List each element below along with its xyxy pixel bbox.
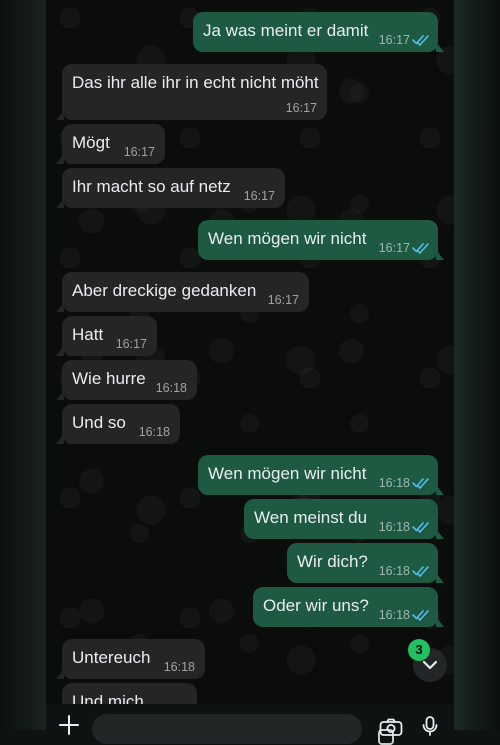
message-incoming[interactable]: Mögt 16:17 [56, 124, 165, 164]
message-time: 16:18 [163, 660, 195, 674]
message-time: 16:18 [155, 381, 187, 395]
message-time: 16:18 [378, 608, 410, 622]
message-time: 16:17 [285, 101, 317, 115]
right-backdrop [454, 0, 500, 730]
message-text: Wen mögen wir nicht [208, 229, 367, 248]
message-text: Mögt [72, 133, 110, 152]
message-text: Und so [72, 413, 126, 432]
chat-area[interactable]: Ja was meint er damit 16:17 Das ihr alle… [46, 0, 454, 730]
message-text: Das ihr alle ihr in echt nicht möht [72, 73, 319, 92]
message-text: Aber dreckige gedanken [72, 281, 257, 300]
message-outgoing[interactable]: Ja was meint er damit 16:17 [193, 12, 444, 52]
read-ticks-icon [412, 35, 429, 46]
plus-icon[interactable] [58, 714, 80, 736]
read-ticks-icon [412, 566, 429, 577]
message-outgoing[interactable]: Wen meinst du 16:18 [244, 499, 444, 539]
message-time: 16:18 [378, 476, 410, 490]
message-incoming[interactable]: Das ihr alle ihr in echt nicht möht 16:1… [56, 64, 327, 120]
message-incoming[interactable]: Untereuch 16:18 [56, 639, 205, 679]
message-outgoing[interactable]: Wir dich? 16:18 [287, 543, 444, 583]
message-text: Hatt [72, 325, 104, 344]
message-time: 16:17 [267, 293, 299, 307]
message-outgoing[interactable]: Wen mögen wir nicht 16:18 [198, 455, 444, 495]
message-text: Wir dich? [297, 552, 368, 571]
message-text: Untereuch [72, 648, 151, 667]
message-text: Oder wir uns? [263, 596, 369, 615]
read-ticks-icon [412, 522, 429, 533]
message-outgoing[interactable]: Oder wir uns? 16:18 [253, 587, 444, 627]
message-time: 16:17 [243, 189, 275, 203]
microphone-icon[interactable] [422, 716, 438, 736]
message-time: 16:18 [138, 425, 170, 439]
message-time: 16:17 [378, 33, 410, 47]
message-text: Ja was meint er damit [203, 21, 369, 40]
read-ticks-icon [412, 610, 429, 621]
message-text: Wie hurre [72, 369, 146, 388]
read-ticks-icon [412, 478, 429, 489]
message-time: 16:18 [378, 520, 410, 534]
message-input[interactable] [92, 714, 394, 745]
message-text: Ihr macht so auf netz [72, 177, 231, 196]
message-time: 16:17 [115, 337, 147, 351]
message-incoming[interactable]: Wie hurre 16:18 [56, 360, 197, 400]
message-text: Wen meinst du [254, 508, 368, 527]
camera-icon[interactable] [379, 718, 403, 736]
message-incoming[interactable]: Hatt 16:17 [56, 316, 157, 356]
message-input-bar [46, 704, 454, 745]
read-ticks-icon [412, 243, 429, 254]
unread-count-badge: 3 [408, 639, 430, 661]
message-time: 16:17 [123, 145, 155, 159]
message-text: Wen mögen wir nicht [208, 464, 367, 483]
left-backdrop [0, 0, 46, 730]
chevron-down-icon [422, 660, 438, 670]
message-time: 16:18 [378, 564, 410, 578]
message-outgoing[interactable]: Wen mögen wir nicht 16:17 [198, 220, 444, 260]
message-incoming[interactable]: Ihr macht so auf netz 16:17 [56, 168, 285, 208]
message-incoming[interactable]: Aber dreckige gedanken 16:17 [56, 272, 309, 312]
message-incoming[interactable]: Und so 16:18 [56, 404, 180, 444]
message-time: 16:17 [378, 241, 410, 255]
